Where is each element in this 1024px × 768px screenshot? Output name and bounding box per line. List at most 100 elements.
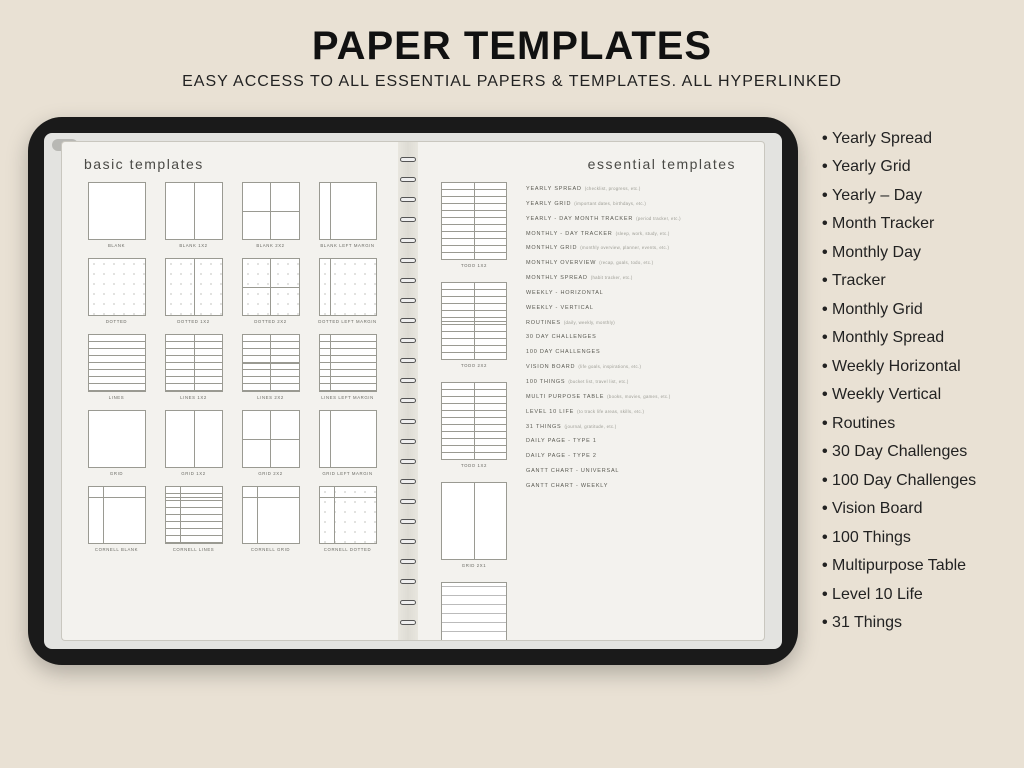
template-thumb[interactable]: DOTTED: [84, 258, 149, 324]
ring-icon: [400, 298, 416, 303]
essential-item[interactable]: 100 THINGS(bucket list, travel list, etc…: [526, 375, 736, 390]
template-thumb[interactable]: GRID 2X2: [238, 410, 303, 476]
ring-icon: [400, 398, 416, 403]
template-thumb[interactable]: BLANK: [84, 182, 149, 248]
side-tab[interactable]: SEP: [764, 246, 765, 276]
thumb-label: GRID 2X2: [258, 471, 282, 476]
template-thumb[interactable]: GRID: [84, 410, 149, 476]
essential-item[interactable]: ROUTINES(daily, weekly, monthly): [526, 316, 736, 331]
essential-item[interactable]: 100 DAY CHALLENGES: [526, 345, 736, 360]
essential-item[interactable]: YEARLY SPREAD(checklist, progress, etc.): [526, 182, 736, 197]
feature-bullet: Yearly Spread: [822, 125, 976, 153]
thumb-label: DOTTED LEFT MARGIN: [318, 319, 376, 324]
essential-item[interactable]: MONTHLY - DAY TRACKER(sleep, work, study…: [526, 227, 736, 242]
template-thumb[interactable]: GRID LEFT MARGIN: [315, 410, 380, 476]
essential-item-name: MULTI PURPOSE TABLE: [526, 394, 604, 400]
essential-item[interactable]: VISION BOARD(life goals, inspirations, e…: [526, 360, 736, 375]
feature-bullet: 30 Day Challenges: [822, 438, 976, 466]
template-thumb[interactable]: LINES 2X2: [238, 334, 303, 400]
tablet-frame: basic templates BLANKBLANK 1X2BLANK 2X2B…: [28, 117, 798, 665]
side-tab[interactable]: JUL: [764, 181, 765, 211]
page-subtitle: EASY ACCESS TO ALL ESSENTIAL PAPERS & TE…: [0, 73, 1024, 91]
template-thumb[interactable]: TODO 2X2: [440, 282, 508, 368]
template-thumb[interactable]: BLANK 2X2: [238, 182, 303, 248]
essential-item[interactable]: GANTT CHART - WEEKLY: [526, 479, 736, 494]
thumb-label: BLANK 1X2: [179, 243, 207, 248]
template-thumb[interactable]: CORNELL DOTTED: [315, 486, 380, 552]
notebook-page-left: basic templates BLANKBLANK 1X2BLANK 2X2B…: [61, 141, 398, 641]
template-thumb[interactable]: GRID 2X1: [440, 482, 508, 568]
essential-item[interactable]: DAILY PAGE - TYPE 1: [526, 434, 736, 449]
thumb-label: CORNELL GRID: [251, 547, 290, 552]
template-thumb[interactable]: DOTTED 2X2: [238, 258, 303, 324]
side-tab[interactable]: APR: [764, 507, 765, 537]
thumb-icon: [441, 382, 507, 460]
side-tab[interactable]: OCT: [764, 278, 765, 308]
thumb-icon: [165, 410, 223, 468]
template-thumb[interactable]: BLANK 1X2: [161, 182, 226, 248]
template-thumb[interactable]: GRID 1X2: [161, 410, 226, 476]
side-tab[interactable]: JUN: [764, 572, 765, 602]
thumb-label: DOTTED 1X2: [177, 319, 210, 324]
essential-item[interactable]: LEVEL 10 LIFE(to track life areas, skill…: [526, 405, 736, 420]
template-thumb[interactable]: TODO 1X2: [440, 182, 508, 268]
thumb-label: LINES 1X2: [180, 395, 207, 400]
essential-item[interactable]: GANTT CHART - UNIVERSAL: [526, 464, 736, 479]
essential-item[interactable]: MULTI PURPOSE TABLE(books, movies, games…: [526, 390, 736, 405]
template-thumb[interactable]: LINES LEFT MARGIN: [315, 334, 380, 400]
thumb-label: DOTTED: [106, 319, 127, 324]
side-tab[interactable]: DEC: [764, 344, 765, 374]
ring-icon: [400, 338, 416, 343]
template-thumb[interactable]: DOTTED 1X2: [161, 258, 226, 324]
ring-icon: [400, 318, 416, 323]
side-tab[interactable]: NOV: [764, 311, 765, 341]
thumb-label: BLANK LEFT MARGIN: [320, 243, 374, 248]
side-tab[interactable]: 2025: [764, 376, 765, 406]
thumb-icon: [242, 334, 300, 392]
ring-icon: [400, 459, 416, 464]
template-thumb[interactable]: MUSIC: [440, 582, 508, 641]
template-thumb[interactable]: LINES: [84, 334, 149, 400]
template-thumb[interactable]: CORNELL GRID: [238, 486, 303, 552]
essential-item[interactable]: WEEKLY - VERTICAL: [526, 301, 736, 316]
side-tab[interactable]: JAN: [764, 409, 765, 439]
thumb-label: DOTTED 2X2: [254, 319, 287, 324]
side-tab[interactable]: FEB: [764, 441, 765, 471]
essential-item[interactable]: WEEKLY - HORIZONTAL: [526, 286, 736, 301]
right-heading: essential templates: [440, 156, 736, 172]
thumb-label: TODO 1X2: [461, 263, 487, 268]
template-thumb[interactable]: CORNELL LINES: [161, 486, 226, 552]
side-tab[interactable]: AUG: [764, 213, 765, 243]
ring-icon: [400, 238, 416, 243]
essential-item[interactable]: MONTHLY OVERVIEW(recap, goals, todo, etc…: [526, 256, 736, 271]
side-tab[interactable]: 2024: [764, 148, 765, 178]
ring-icon: [400, 479, 416, 484]
essential-item[interactable]: MONTHLY SPREAD(habit tracker, etc.): [526, 271, 736, 286]
thumb-icon: [242, 182, 300, 240]
template-thumb[interactable]: DOTTED LEFT MARGIN: [315, 258, 380, 324]
essential-item[interactable]: DAILY PAGE - TYPE 2: [526, 449, 736, 464]
essential-item-name: MONTHLY GRID: [526, 245, 577, 251]
essential-item[interactable]: 31 THINGS(journal, gratitude, etc.): [526, 420, 736, 435]
feature-bullet: Weekly Horizontal: [822, 353, 976, 381]
essential-template-list: YEARLY SPREAD(checklist, progress, etc.)…: [526, 182, 736, 641]
side-tab[interactable]: NOTES: [764, 604, 765, 634]
ring-icon: [400, 197, 416, 202]
thumb-icon: [242, 486, 300, 544]
essential-item-name: 100 DAY CHALLENGES: [526, 349, 600, 355]
ring-icon: [400, 258, 416, 263]
essential-item[interactable]: MONTHLY GRID(monthly overview, planner, …: [526, 241, 736, 256]
ring-icon: [400, 600, 416, 605]
template-thumb[interactable]: BLANK LEFT MARGIN: [315, 182, 380, 248]
essential-item[interactable]: YEARLY GRID(important dates, birthdays, …: [526, 197, 736, 212]
template-thumb[interactable]: LINES 1X2: [161, 334, 226, 400]
essential-item[interactable]: YEARLY - DAY MONTH TRACKER(period tracke…: [526, 212, 736, 227]
side-tab[interactable]: MAY: [764, 539, 765, 569]
essential-item[interactable]: 30 DAY CHALLENGES: [526, 330, 736, 345]
thumb-icon: [165, 334, 223, 392]
thumb-label: CORNELL DOTTED: [324, 547, 371, 552]
template-thumb[interactable]: CORNELL BLANK: [84, 486, 149, 552]
template-thumb[interactable]: TODO 1X2: [440, 382, 508, 468]
side-tab[interactable]: MAR: [764, 474, 765, 504]
thumb-label: BLANK: [108, 243, 125, 248]
